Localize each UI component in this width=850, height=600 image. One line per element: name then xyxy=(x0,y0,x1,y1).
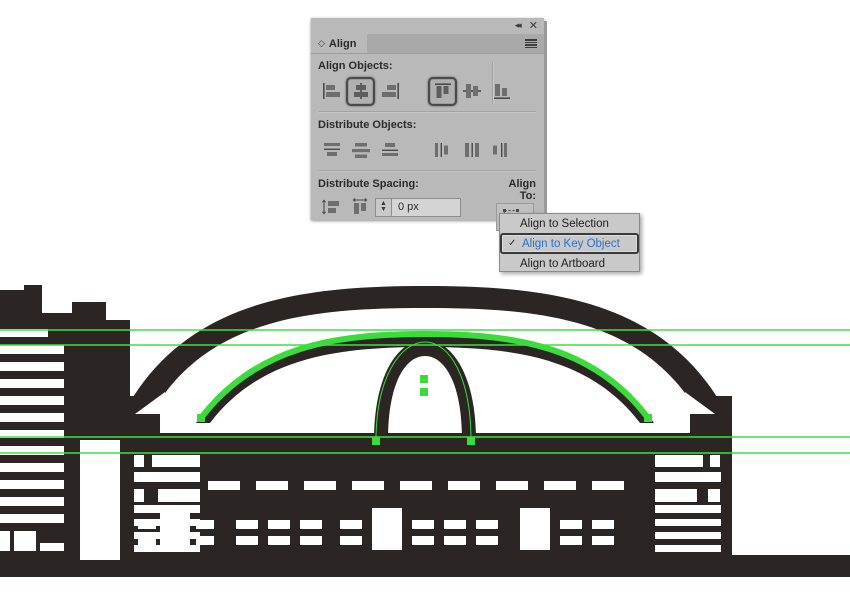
vertical-distribute-center-icon xyxy=(351,143,370,158)
vertical-align-top-icon xyxy=(434,83,451,98)
arch-base-band xyxy=(120,433,730,449)
distribute-spacing-label: Distribute Spacing: xyxy=(318,178,419,190)
stepper-down-icon[interactable]: ▼ xyxy=(380,206,387,213)
panel-tab-row: ◇ Align xyxy=(311,34,544,54)
divider-1 xyxy=(319,111,536,113)
horizontal-distribute-space-icon xyxy=(352,198,367,214)
spacing-controls: ▲ ▼ 0 px xyxy=(311,192,491,222)
menu-item-label: Align to Artboard xyxy=(520,257,606,270)
horizontal-align-right-icon xyxy=(381,83,399,99)
vertical-distribute-bottom-icon xyxy=(381,143,398,156)
vertical-distribute-space-icon xyxy=(321,199,339,215)
horizontal-align-left-button[interactable] xyxy=(317,77,346,106)
panel-titlebar[interactable]: ◂◂ ✕ xyxy=(311,18,544,34)
distribute-objects-label: Distribute Objects: xyxy=(318,119,417,131)
close-icon[interactable]: ✕ xyxy=(529,18,538,34)
horizontal-align-right-button[interactable] xyxy=(375,77,404,106)
facade-left-gap xyxy=(80,449,120,560)
align-to-label: Align To: xyxy=(508,178,537,202)
spacing-stepper[interactable]: ▲ ▼ xyxy=(375,197,391,217)
vertical-distribute-space-button[interactable] xyxy=(317,193,346,222)
menu-item-align-to-key-object[interactable]: ✓ Align to Key Object xyxy=(500,233,639,254)
align-to-dropdown-menu[interactable]: Align to Selection ✓ Align to Key Object… xyxy=(499,213,640,272)
menu-item-align-to-artboard[interactable]: Align to Artboard xyxy=(500,254,639,273)
menu-item-label: Align to Key Object xyxy=(522,237,620,250)
horizontal-distribute-space-button[interactable] xyxy=(346,193,375,222)
vertical-align-center-button[interactable] xyxy=(457,77,486,106)
horizontal-distribute-right-icon xyxy=(492,143,507,157)
horizontal-align-center-icon xyxy=(353,83,368,99)
vertical-distribute-top-icon xyxy=(323,143,340,156)
panel-menu-icon[interactable] xyxy=(525,39,537,48)
horizontal-distribute-center-button[interactable] xyxy=(457,136,486,165)
horizontal-align-center-button[interactable] xyxy=(346,76,375,106)
ground-band xyxy=(0,555,850,577)
collapse-icon[interactable]: ◂◂ xyxy=(515,18,522,34)
vertical-separator xyxy=(492,62,494,104)
spacing-input[interactable]: 0 px xyxy=(391,197,461,217)
align-objects-label: Align Objects: xyxy=(318,60,393,72)
align-panel: ◂◂ ✕ ◇ Align Align Objects: Distribute O… xyxy=(311,18,547,230)
checkmark-icon: ✓ xyxy=(508,238,517,249)
tab-align[interactable]: ◇ Align xyxy=(311,34,367,53)
vertical-align-top-button[interactable] xyxy=(428,76,457,106)
panel-edge-shadow xyxy=(544,21,547,220)
horizontal-distribute-center-icon xyxy=(464,143,479,157)
vertical-distribute-center-button[interactable] xyxy=(346,136,375,165)
panel-title: Align xyxy=(328,37,357,50)
horizontal-distribute-left-button[interactable] xyxy=(428,136,457,165)
menu-item-label: Align to Selection xyxy=(520,217,609,230)
align-objects-buttons xyxy=(311,74,544,108)
tab-grip-icon: ◇ xyxy=(318,38,325,48)
panel-body: Align Objects: Distribute Objects: Distr… xyxy=(311,60,544,230)
horizontal-align-left-icon xyxy=(322,83,340,99)
cornice-dashes xyxy=(208,481,624,490)
distribute-objects-buttons xyxy=(311,133,544,167)
horizontal-distribute-left-icon xyxy=(434,143,448,157)
vertical-distribute-bottom-button[interactable] xyxy=(375,136,404,165)
vertical-distribute-top-button[interactable] xyxy=(317,136,346,165)
vertical-align-bottom-button[interactable] xyxy=(486,77,515,106)
facade-right-gap xyxy=(732,449,850,555)
vertical-align-center-icon xyxy=(462,84,481,98)
horizontal-distribute-right-button[interactable] xyxy=(486,136,515,165)
distribute-spacing-column: Distribute Spacing: ▲ ▼ 0 px xyxy=(311,172,491,222)
menu-item-align-to-selection[interactable]: Align to Selection xyxy=(500,214,639,233)
